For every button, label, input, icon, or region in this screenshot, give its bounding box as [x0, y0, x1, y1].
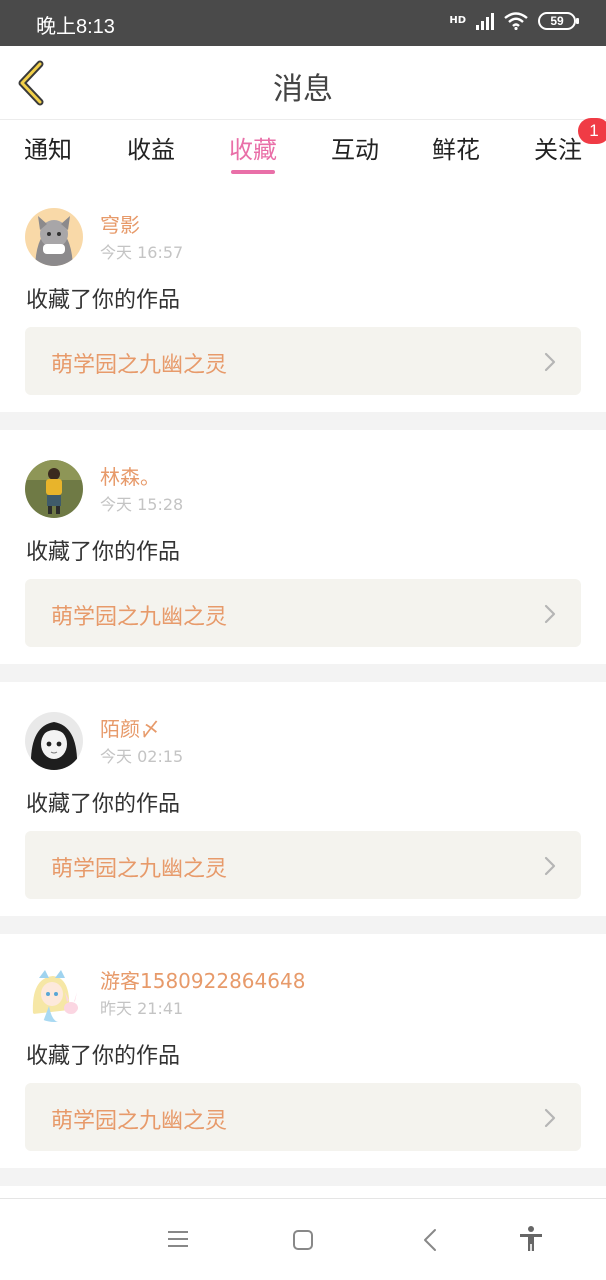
- message-card: 游客1580922864648 昨天 21:41 收藏了你的作品 萌学园之九幽之…: [0, 934, 606, 1168]
- home-icon: [293, 1230, 313, 1250]
- tab-bar: 通知 收益 收藏 互动 鲜花 关注 1: [0, 118, 606, 178]
- active-tab-indicator: [231, 170, 275, 174]
- message-list: 穹影 今天 16:57 收藏了你的作品 萌学园之九幽之灵 林森。 今天 15:2…: [0, 178, 606, 1186]
- tab-flowers[interactable]: 鲜花: [432, 130, 480, 165]
- page-title: 消息: [273, 72, 333, 107]
- tab-earnings[interactable]: 收益: [127, 130, 175, 165]
- status-bar: 晚上8:13 HD 59: [0, 0, 606, 46]
- recent-apps-button[interactable]: [167, 1229, 189, 1253]
- chevron-right-icon: [544, 1108, 556, 1128]
- message-card: 陌颜〆 今天 02:15 收藏了你的作品 萌学园之九幽之灵: [0, 682, 606, 916]
- tab-label: 收藏: [229, 136, 277, 164]
- tab-notifications[interactable]: 通知: [24, 130, 72, 165]
- header: 消息: [0, 46, 606, 120]
- tab-favorites[interactable]: 收藏: [229, 130, 277, 174]
- system-back-button[interactable]: [423, 1228, 437, 1256]
- tab-label: 通知: [24, 136, 72, 164]
- hd-label: HD: [449, 15, 466, 26]
- divider: [0, 412, 606, 430]
- wifi-icon: [504, 12, 528, 30]
- username[interactable]: 陌颜〆: [100, 713, 160, 742]
- tab-label: 鲜花: [432, 136, 480, 164]
- tab-label: 互动: [331, 136, 379, 164]
- message-card: 穹影 今天 16:57 收藏了你的作品 萌学园之九幽之灵: [0, 178, 606, 412]
- timestamp: 昨天 21:41: [100, 999, 184, 1018]
- back-icon: [424, 1229, 436, 1251]
- work-title: 萌学园之九幽之灵: [51, 353, 228, 378]
- username[interactable]: 林森。: [100, 461, 160, 490]
- message-card: 林森。 今天 15:28 收藏了你的作品 萌学园之九幽之灵: [0, 430, 606, 664]
- battery-icon: 59: [538, 12, 579, 30]
- tab-label: 收益: [127, 136, 175, 164]
- tab-interactions[interactable]: 互动: [331, 130, 379, 165]
- divider: [0, 1168, 606, 1186]
- username[interactable]: 游客1580922864648: [100, 965, 305, 994]
- action-text: 收藏了你的作品: [26, 540, 181, 565]
- status-time: 晚上8:13: [36, 16, 115, 38]
- work-title: 萌学园之九幽之灵: [51, 857, 228, 882]
- timestamp: 今天 16:57: [100, 243, 184, 262]
- work-link[interactable]: 萌学园之九幽之灵: [25, 579, 581, 647]
- divider: [0, 664, 606, 682]
- username[interactable]: 穹影: [100, 209, 140, 238]
- signal-icon: [476, 12, 494, 30]
- chevron-right-icon: [544, 856, 556, 876]
- tab-follows[interactable]: 关注 1: [534, 118, 606, 165]
- unread-badge: 1: [578, 118, 606, 144]
- menu-icon: [168, 1231, 188, 1247]
- tab-label: 关注: [534, 136, 582, 164]
- accessibility-button[interactable]: [518, 1225, 544, 1257]
- action-text: 收藏了你的作品: [26, 792, 181, 817]
- timestamp: 今天 15:28: [100, 495, 184, 514]
- work-title: 萌学园之九幽之灵: [51, 1109, 228, 1134]
- avatar[interactable]: [25, 460, 83, 518]
- action-text: 收藏了你的作品: [26, 288, 181, 313]
- divider: [0, 916, 606, 934]
- status-icons: HD 59: [449, 12, 579, 30]
- avatar[interactable]: [25, 712, 83, 770]
- system-nav-bar: [0, 1198, 606, 1280]
- work-link[interactable]: 萌学园之九幽之灵: [25, 327, 581, 395]
- chevron-right-icon: [544, 352, 556, 372]
- accessibility-icon: [520, 1226, 542, 1251]
- avatar[interactable]: [25, 208, 83, 266]
- work-link[interactable]: 萌学园之九幽之灵: [25, 831, 581, 899]
- work-link[interactable]: 萌学园之九幽之灵: [25, 1083, 581, 1151]
- avatar[interactable]: [25, 964, 83, 1022]
- chevron-right-icon: [544, 604, 556, 624]
- action-text: 收藏了你的作品: [26, 1044, 181, 1069]
- work-title: 萌学园之九幽之灵: [51, 605, 228, 630]
- home-button[interactable]: [292, 1229, 314, 1255]
- timestamp: 今天 02:15: [100, 747, 184, 766]
